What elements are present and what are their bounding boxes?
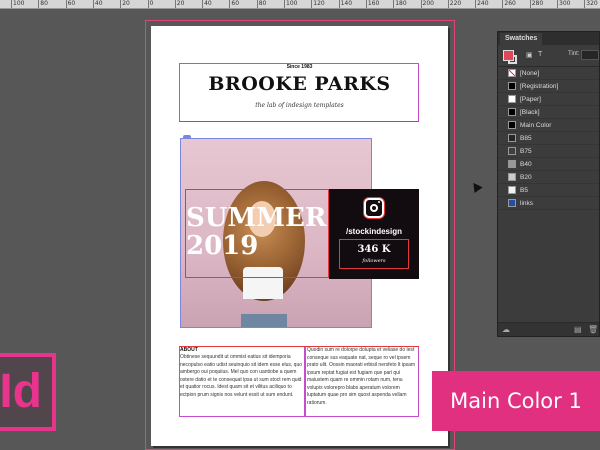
about-title: ABOUT	[180, 347, 198, 353]
swatch-name: B75	[520, 148, 532, 155]
ruler-tick: 240	[475, 0, 489, 8]
swatch-name: links	[520, 200, 534, 207]
swatch-chip	[508, 186, 516, 194]
swatch-name: [Paper]	[520, 96, 541, 103]
swatch-row[interactable]: [Paper]	[498, 93, 599, 106]
ruler-tick: 80	[256, 0, 267, 8]
swatch-name: [Registration]	[520, 83, 559, 90]
swatches-toolbar: ▣ T Tint:	[498, 45, 599, 67]
follower-count: 346 K	[357, 244, 391, 255]
instagram-handle: /stockindesign	[345, 227, 402, 236]
followers-label: followers	[362, 258, 386, 264]
ruler-tick: 160	[365, 0, 380, 8]
instagram-icon	[364, 198, 384, 218]
format-text-button[interactable]: T	[538, 51, 542, 58]
frame-handle[interactable]	[183, 135, 191, 139]
headline-year: 2019	[186, 231, 259, 261]
swatch-name: B5	[520, 187, 528, 194]
ruler-tick: 40	[92, 0, 103, 8]
tab-swatches[interactable]: Swatches	[500, 33, 543, 45]
ruler-tick: 120	[311, 0, 325, 8]
new-swatch-icon[interactable]: ▤	[574, 325, 582, 334]
swatch-name: B20	[520, 174, 532, 181]
ruler-tick: 180	[393, 0, 407, 8]
photo-jeans	[241, 314, 287, 327]
swatch-row[interactable]: B40	[498, 158, 599, 171]
swatch-chip	[508, 134, 516, 142]
ruler-tick: 100	[11, 0, 25, 8]
swatch-row[interactable]: B5	[498, 184, 599, 197]
about-body-right: Quodin sum re dolorpe dolupta et veliase…	[307, 347, 416, 406]
tint-label: Tint:	[568, 51, 580, 57]
fill-swatch[interactable]	[503, 50, 514, 61]
panel-titlebar[interactable]: Swatches	[498, 32, 599, 45]
brand-title: BROOKE PARKS	[208, 73, 391, 95]
indesign-logo: Id	[0, 353, 56, 431]
container-icon[interactable]: ▣	[526, 51, 533, 59]
ruler-tick: 320	[584, 0, 598, 8]
swatch-chip	[508, 69, 516, 77]
ruler-tick: 140	[338, 0, 353, 8]
swatch-name: [None]	[520, 70, 540, 77]
ruler-tick: 60	[65, 0, 76, 8]
swatch-name: [Black]	[520, 109, 540, 116]
ruler-tick: 280	[529, 0, 544, 8]
swatch-row[interactable]: B85	[498, 132, 599, 145]
instagram-box[interactable]: /stockindesign 346 K followers	[329, 189, 419, 279]
ruler-tick: 300	[557, 0, 571, 8]
swatch-chip	[508, 95, 516, 103]
ruler-tick: 100	[284, 0, 298, 8]
ruler-tick: 60	[229, 0, 240, 8]
panel-footer: ☁ ▤ 🗑	[498, 322, 599, 336]
swatch-chip	[508, 108, 516, 116]
swatch-chip	[508, 199, 516, 207]
swatch-row[interactable]: B75	[498, 145, 599, 158]
ruler-tick: 80	[38, 0, 48, 8]
horizontal-ruler[interactable]: 100 80 60 40 20 0 20 40 60 80 100 120 140 160 180 200 22…	[0, 0, 600, 9]
swatch-row[interactable]: Main Color	[498, 119, 599, 132]
caption-banner: Main Color 1	[432, 371, 600, 431]
about-body-left: Obtinese sequundit ut ommist eatius sit …	[180, 354, 303, 398]
swatch-name: B85	[520, 135, 532, 142]
swatch-chip	[508, 173, 516, 181]
tagline-text: the lab of indesign templates	[255, 102, 344, 109]
ruler-tick: 20	[120, 0, 130, 8]
ruler-tick: 40	[202, 0, 212, 8]
ruler-tick: 260	[502, 0, 516, 8]
swatch-chip	[508, 147, 516, 155]
swatch-row[interactable]: [None]	[498, 67, 599, 80]
since-text: Since 1983	[286, 64, 313, 70]
swatch-row[interactable]: B20	[498, 171, 599, 184]
swatch-name: B40	[520, 161, 532, 168]
tint-input[interactable]	[581, 50, 599, 60]
delete-swatch-icon[interactable]: 🗑	[588, 325, 598, 334]
swatch-row[interactable]: [Registration]	[498, 80, 599, 93]
swatch-chip	[508, 160, 516, 168]
ruler-tick: 220	[447, 0, 462, 8]
cloud-library-icon[interactable]: ☁	[502, 325, 510, 334]
swatch-list: [None] [Registration] [Paper] [Black] Main C…	[498, 67, 599, 210]
ruler-tick: 0	[147, 0, 154, 8]
ruler-tick: 200	[420, 0, 434, 8]
swatch-chip	[508, 82, 516, 90]
swatches-panel[interactable]: Swatches ▣ T Tint: [None] [Registration][…	[497, 31, 600, 337]
swatch-row[interactable]: [Black]	[498, 106, 599, 119]
swatch-row[interactable]: links	[498, 197, 599, 210]
swatch-name: Main Color	[520, 122, 552, 129]
follower-frame[interactable]: 346 K followers	[339, 239, 409, 269]
swatch-chip	[508, 121, 516, 129]
header-rule	[179, 121, 419, 122]
headline-summer: SUMMER	[186, 203, 327, 233]
ruler-tick: 20	[174, 0, 185, 8]
